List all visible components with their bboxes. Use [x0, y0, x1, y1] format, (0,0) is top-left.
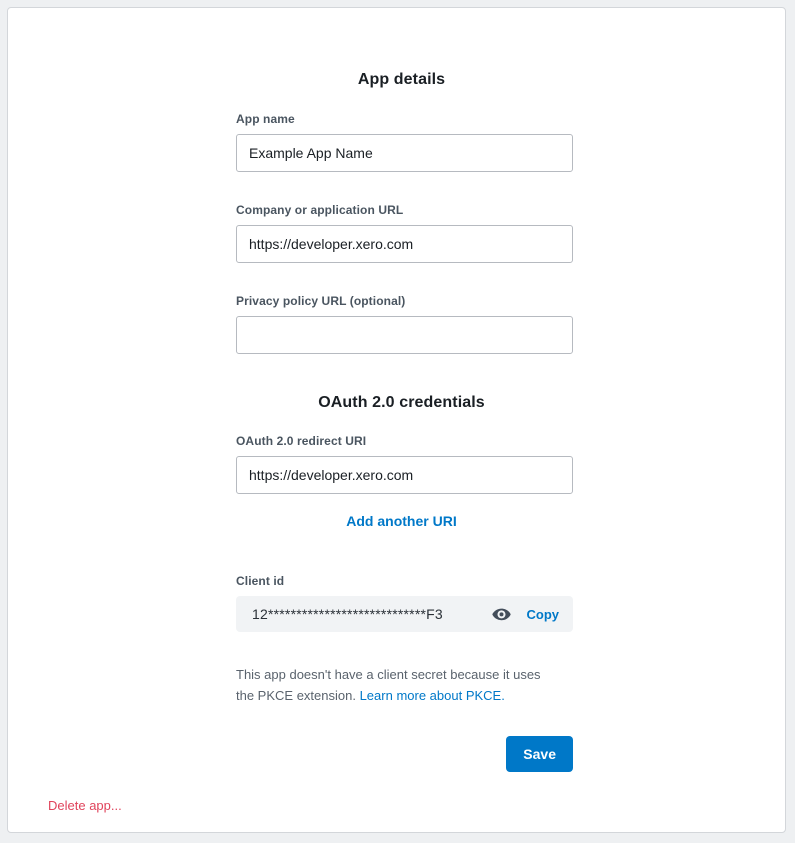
- privacy-url-label: Privacy policy URL (optional): [236, 294, 406, 308]
- field-client-id: Client id 12****************************…: [236, 574, 573, 632]
- redirect-uri-label: OAuth 2.0 redirect URI: [236, 434, 367, 448]
- app-name-label: App name: [236, 112, 295, 126]
- privacy-url-input[interactable]: [236, 316, 573, 354]
- delete-app-link[interactable]: Delete app...: [48, 798, 122, 813]
- oauth-credentials-heading: OAuth 2.0 credentials: [318, 394, 485, 411]
- save-button[interactable]: Save: [506, 736, 573, 772]
- field-privacy-url: Privacy policy URL (optional): [236, 294, 573, 354]
- copy-client-id-link[interactable]: Copy: [527, 607, 560, 622]
- add-another-uri-row: Add another URI: [229, 513, 574, 531]
- save-button-row: Save: [236, 736, 573, 772]
- client-id-label: Client id: [236, 574, 285, 588]
- field-app-name: App name: [236, 112, 573, 172]
- page-background: App details App name Company or applicat…: [0, 0, 795, 843]
- field-redirect-uri: OAuth 2.0 redirect URI: [236, 434, 573, 494]
- client-id-row: 12****************************F3 Copy: [236, 596, 573, 632]
- redirect-uri-input[interactable]: [236, 456, 573, 494]
- app-details-heading: App details: [357, 71, 446, 88]
- add-another-uri-link[interactable]: Add another URI: [346, 513, 456, 529]
- company-url-input[interactable]: [236, 225, 573, 263]
- client-id-value: 12****************************F3: [252, 606, 443, 622]
- company-url-label: Company or application URL: [236, 203, 404, 217]
- pkce-note: This app doesn't have a client secret be…: [236, 664, 556, 706]
- eye-icon[interactable]: [491, 603, 513, 625]
- field-company-url: Company or application URL: [236, 203, 573, 263]
- app-name-input[interactable]: [236, 134, 573, 172]
- app-settings-card: App details App name Company or applicat…: [7, 7, 786, 833]
- learn-more-pkce-link[interactable]: Learn more about PKCE.: [360, 688, 505, 703]
